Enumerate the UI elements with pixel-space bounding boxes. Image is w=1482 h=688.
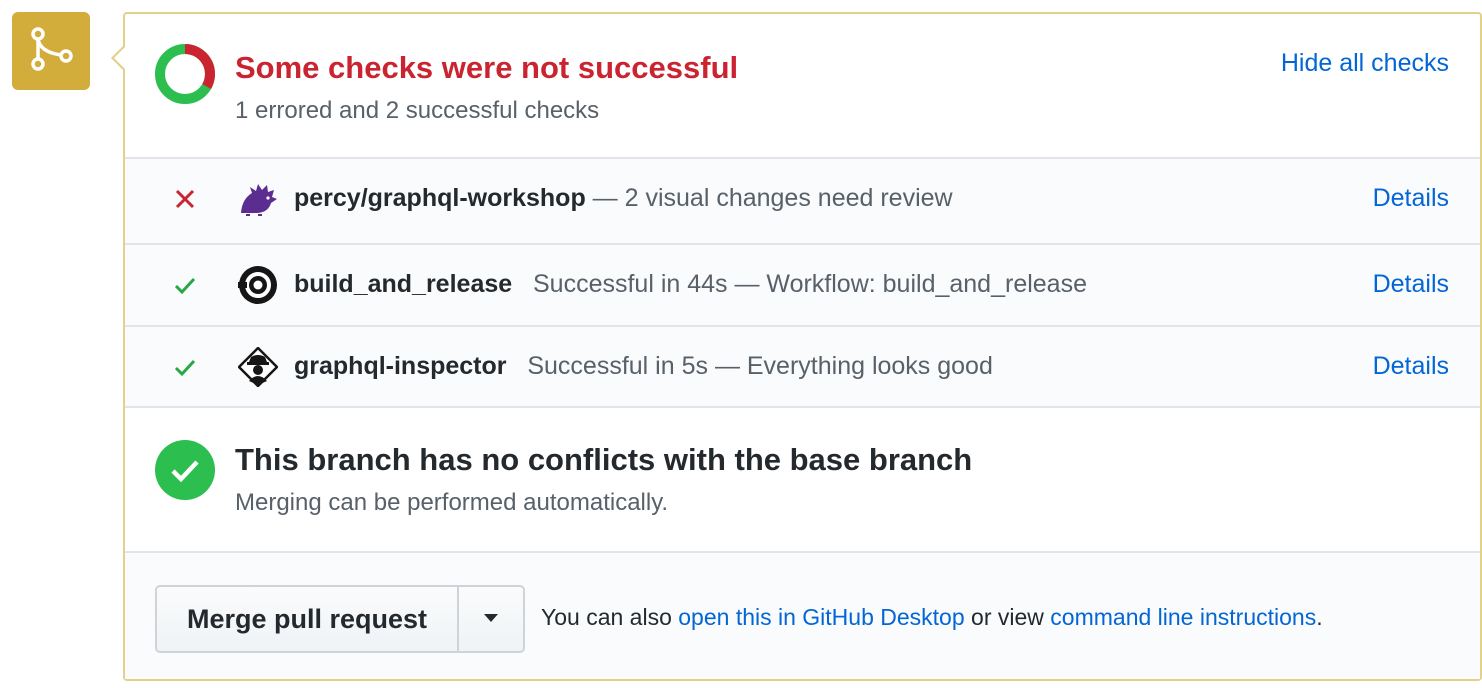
check-name: build_and_release (294, 270, 513, 298)
error-x-icon (173, 187, 197, 216)
percy-hedgehog-icon (238, 179, 278, 219)
circleci-icon (238, 265, 278, 305)
merge-button-group: Merge pull request (155, 585, 525, 653)
checks-list: percy/graphql-workshop — 2 visual change… (125, 157, 1480, 408)
open-in-desktop-link[interactable]: open this in GitHub Desktop (678, 604, 964, 630)
checks-summary: Some checks were not successful 1 errore… (125, 14, 1480, 157)
checks-donut-icon (154, 43, 216, 110)
check-description: — 2 visual changes need review (585, 184, 953, 212)
merge-actions: Merge pull request You can also open thi… (125, 551, 1480, 679)
branch-status-subtitle: Merging can be performed automatically. (235, 489, 669, 516)
success-check-icon (173, 355, 197, 384)
success-check-icon (173, 273, 197, 302)
check-row-percy: percy/graphql-workshop — 2 visual change… (125, 159, 1480, 241)
branch-status: This branch has no conflicts with the ba… (125, 408, 1480, 551)
check-description: Successful in 5s — Everything looks good (506, 352, 993, 380)
check-details-link[interactable]: Details (1373, 270, 1449, 299)
check-row-build-and-release: build_and_release Successful in 44s — Wo… (125, 243, 1480, 325)
caret-down-icon (483, 610, 499, 628)
merge-method-dropdown[interactable] (459, 587, 523, 651)
check-name: graphql-inspector (294, 352, 507, 380)
merge-alternatives-text: You can also open this in GitHub Desktop… (541, 604, 1323, 630)
merge-status-badge (12, 12, 90, 90)
hide-all-checks-link[interactable]: Hide all checks (1281, 49, 1449, 78)
checks-status-title: Some checks were not successful (235, 50, 739, 85)
checks-status-subtitle: 1 errored and 2 successful checks (235, 97, 600, 124)
git-merge-icon (28, 26, 74, 77)
graphql-inspector-icon (237, 346, 279, 388)
check-details-link[interactable]: Details (1373, 352, 1449, 381)
check-description: Successful in 44s — Workflow: build_and_… (512, 270, 1087, 298)
success-circle-icon (154, 439, 216, 506)
branch-status-title: This branch has no conflicts with the ba… (235, 442, 973, 477)
check-details-link[interactable]: Details (1373, 184, 1449, 213)
merge-box: Some checks were not successful 1 errore… (111, 12, 1482, 681)
check-row-graphql-inspector: graphql-inspector Successful in 5s — Eve… (125, 325, 1480, 407)
check-name: percy/graphql-workshop (294, 184, 586, 212)
merge-pull-request-button[interactable]: Merge pull request (157, 587, 459, 651)
command-line-instructions-link[interactable]: command line instructions (1050, 604, 1316, 630)
